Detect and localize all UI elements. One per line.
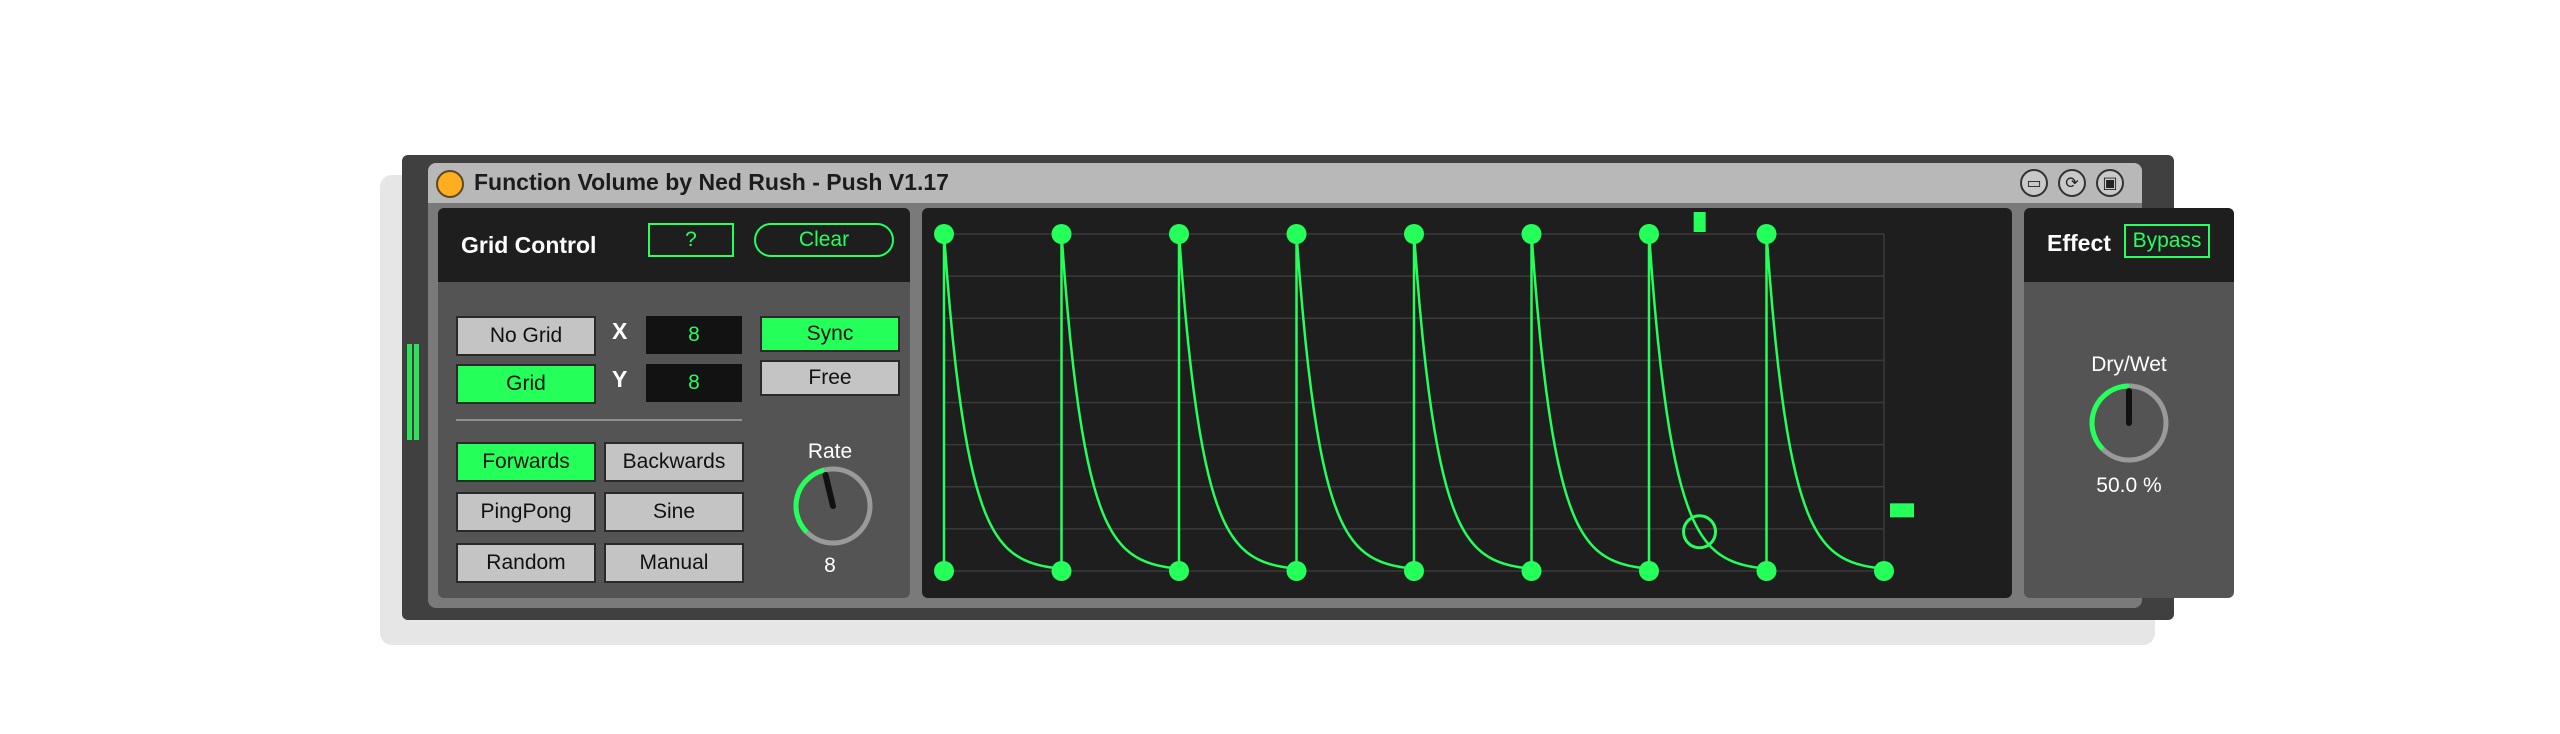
random-button[interactable]: Random — [456, 543, 596, 583]
device: Function Volume by Ned Rush - Push V1.17… — [428, 163, 2234, 608]
bypass-button[interactable]: Bypass — [2124, 224, 2210, 258]
rate-value: 8 — [824, 554, 836, 577]
breakpoint-bottom[interactable] — [1521, 561, 1542, 581]
grid-control-panel: Grid Control ? Clear No Grid Grid X 8 Y … — [438, 208, 910, 598]
no-grid-button[interactable]: No Grid — [456, 316, 596, 356]
rate-knob-needle — [822, 471, 836, 509]
x-label: X — [612, 318, 628, 344]
breakpoint-bottom[interactable] — [1286, 561, 1307, 581]
breakpoint-top[interactable] — [1404, 224, 1424, 244]
breakpoint-bottom[interactable] — [1169, 561, 1189, 581]
sync-button[interactable]: Sync — [760, 316, 900, 352]
grid-control-header: Grid Control ? Clear — [438, 208, 910, 282]
breakpoint-top[interactable] — [1169, 224, 1189, 244]
envelope-graph[interactable] — [922, 208, 2012, 598]
clear-button[interactable]: Clear — [754, 223, 894, 257]
breakpoint-top[interactable] — [1286, 224, 1307, 244]
breakpoint-top[interactable] — [1521, 224, 1542, 244]
effect-heading: Effect — [2047, 230, 2111, 256]
mapping-icon[interactable]: ▭ — [2020, 169, 2048, 197]
free-button[interactable]: Free — [760, 360, 900, 396]
backwards-button[interactable]: Backwards — [604, 442, 744, 482]
y-label: Y — [612, 366, 628, 392]
grid-button[interactable]: Grid — [456, 364, 596, 404]
y-grid-number-box[interactable]: 8 — [646, 364, 742, 402]
forwards-button[interactable]: Forwards — [456, 442, 596, 482]
input-meter — [406, 340, 420, 440]
breakpoint-bottom[interactable] — [1639, 561, 1659, 581]
title-bar[interactable]: Function Volume by Ned Rush - Push V1.17… — [428, 163, 2142, 203]
breakpoint-bottom[interactable] — [1874, 561, 1894, 581]
breakpoint-top[interactable] — [1756, 224, 1777, 244]
effect-panel: Effect Bypass Dry/Wet 50.0 % — [2024, 208, 2234, 598]
output-level-marker — [1890, 503, 1914, 518]
device-title: Function Volume by Ned Rush - Push V1.17 — [474, 169, 949, 195]
x-grid-number-box[interactable]: 8 — [646, 316, 742, 354]
manual-button[interactable]: Manual — [604, 543, 744, 583]
pingpong-button[interactable]: PingPong — [456, 492, 596, 532]
breakpoint-bottom[interactable] — [1051, 561, 1072, 581]
device-power-button[interactable] — [436, 170, 464, 198]
playhead-marker — [1693, 212, 1706, 232]
breakpoint-top[interactable] — [1639, 224, 1659, 244]
breakpoint-bottom[interactable] — [1404, 561, 1424, 581]
grid-control-heading: Grid Control — [461, 232, 597, 258]
rate-knob[interactable] — [788, 461, 878, 551]
breakpoint-bottom[interactable] — [934, 561, 954, 581]
breakpoint-top[interactable] — [934, 224, 954, 244]
rate-knob-arc — [793, 467, 826, 534]
effect-header: Effect Bypass — [2024, 208, 2234, 282]
breakpoint-bottom[interactable] — [1756, 561, 1777, 581]
grid-control-divider — [456, 419, 742, 421]
drywet-label: Dry/Wet — [2091, 353, 2167, 376]
drywet-value: 50.0 % — [2096, 474, 2162, 497]
drywet-knob-arc — [2089, 383, 2130, 451]
save-preset-icon[interactable]: ▣ — [2096, 169, 2124, 197]
envelope-display[interactable] — [922, 208, 2012, 598]
hot-swap-icon[interactable]: ⟳ — [2058, 169, 2086, 197]
drywet-knob[interactable] — [2084, 378, 2174, 468]
sine-button[interactable]: Sine — [604, 492, 744, 532]
help-button[interactable]: ? — [648, 223, 734, 257]
breakpoint-top[interactable] — [1051, 224, 1072, 244]
